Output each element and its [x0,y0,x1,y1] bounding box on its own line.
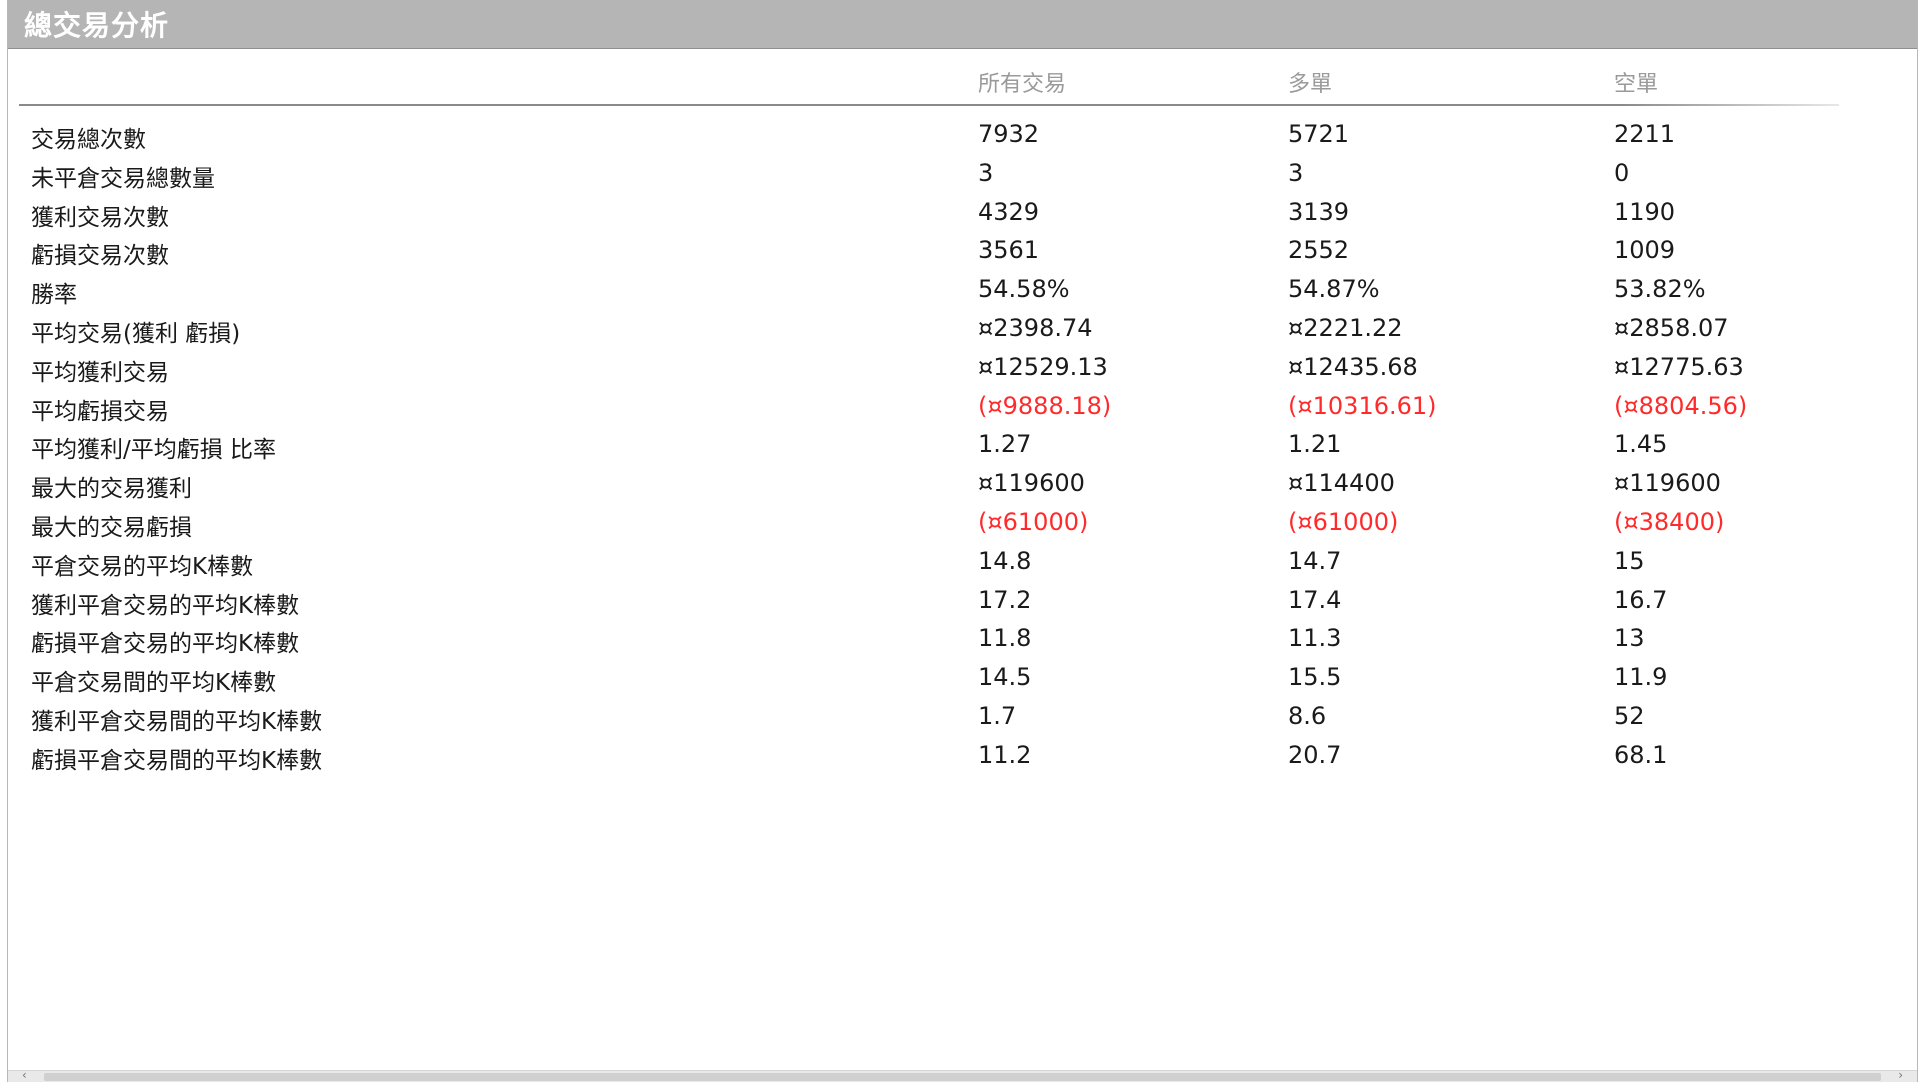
value-all-trades: 11.8 [978,624,1032,653]
value-long-trades: (¤10316.61) [1288,391,1437,420]
table-row: 獲利交易次數 4329 3139 1190 [19,195,1839,234]
value-all-trades: 3561 [978,236,1040,265]
table-row: 虧損平倉交易的平均K棒數 11.8 11.3 13 [19,621,1839,660]
table-row: 平倉交易的平均K棒數 14.8 14.7 15 [19,544,1839,583]
value-short-trades: 1009 [1614,236,1676,265]
value-long-trades: 20.7 [1288,740,1342,769]
row-label: 獲利交易次數 [31,204,169,231]
table-header: 所有交易 多單 空單 [19,60,1839,104]
value-long-trades: 3 [1288,158,1304,187]
value-short-trades: ¤2858.07 [1614,313,1729,342]
row-label: 最大的交易獲利 [31,476,192,503]
value-short-trades: (¤38400) [1614,507,1725,536]
value-short-trades: 68.1 [1614,740,1668,769]
value-long-trades: 3139 [1288,197,1350,226]
header-short-trades[interactable]: 空單 [1614,66,1658,98]
value-long-trades: 2552 [1288,236,1350,265]
row-label: 虧損交易次數 [31,243,169,270]
row-label: 平均獲利交易 [31,359,169,386]
table-body: 交易總次數 7932 5721 2211 未平倉交易總數量 3 3 0 獲利交易次數 4329 31… [19,117,1839,777]
row-label: 最大的交易虧損 [31,514,192,541]
value-short-trades: (¤8804.56) [1614,391,1748,420]
value-all-trades: ¤119600 [978,469,1085,498]
row-label: 虧損平倉交易間的平均K棒數 [31,747,323,774]
value-long-trades: ¤12435.68 [1288,352,1418,381]
value-all-trades: 17.2 [978,585,1032,614]
value-long-trades: ¤2221.22 [1288,313,1403,342]
value-long-trades: 14.7 [1288,546,1342,575]
value-all-trades: 14.8 [978,546,1032,575]
row-label: 平倉交易間的平均K棒數 [31,670,277,697]
value-short-trades: 1.45 [1614,430,1668,459]
value-all-trades: 7932 [978,120,1040,148]
value-all-trades: (¤61000) [978,507,1089,536]
table-row: 勝率 54.58% 54.87% 53.82% [19,272,1839,311]
table-row: 平均獲利交易 ¤12529.13 ¤12435.68 ¤12775.63 [19,350,1839,389]
value-all-trades: 1.7 [978,701,1017,730]
value-short-trades: 16.7 [1614,585,1668,614]
header-all-trades[interactable]: 所有交易 [978,66,1066,98]
value-all-trades: 4329 [978,197,1040,226]
table-row: 獲利平倉交易的平均K棒數 17.2 17.4 16.7 [19,583,1839,622]
horizontal-scrollbar[interactable]: ‹ › [8,1069,1917,1082]
table-row: 交易總次數 7932 5721 2211 [19,117,1839,156]
row-label: 獲利平倉交易間的平均K棒數 [31,708,323,735]
value-all-trades: 1.27 [978,430,1032,459]
value-short-trades: 52 [1614,701,1645,730]
value-long-trades: 17.4 [1288,585,1342,614]
value-short-trades: 11.9 [1614,663,1668,692]
header-long-trades[interactable]: 多單 [1288,66,1332,98]
value-all-trades: 3 [978,158,994,187]
value-short-trades: 13 [1614,624,1645,653]
value-long-trades: ¤114400 [1288,469,1395,498]
row-label: 虧損平倉交易的平均K棒數 [31,631,300,658]
value-long-trades: 11.3 [1288,624,1342,653]
value-all-trades: ¤2398.74 [978,313,1093,342]
value-long-trades: 8.6 [1288,701,1327,730]
header-divider [19,104,1839,106]
table-row: 平均虧損交易 (¤9888.18) (¤10316.61) (¤8804.56) [19,389,1839,428]
table-row: 最大的交易虧損 (¤61000) (¤61000) (¤38400) [19,505,1839,544]
table-row: 平均獲利/平均虧損 比率 1.27 1.21 1.45 [19,427,1839,466]
value-long-trades: 54.87% [1288,275,1380,304]
value-short-trades: 0 [1614,158,1630,187]
value-all-trades: (¤9888.18) [978,391,1112,420]
analysis-window: 總交易分析 所有交易 多單 空單 交易總次數 7932 5721 2211 未平倉交易總… [7,0,1918,1082]
value-long-trades: 5721 [1288,120,1350,148]
chevron-right-icon[interactable]: › [1898,1069,1903,1081]
row-label: 平均虧損交易 [31,398,169,425]
row-label: 平倉交易的平均K棒數 [31,553,254,580]
table-row: 平倉交易間的平均K棒數 14.5 15.5 11.9 [19,660,1839,699]
value-all-trades: ¤12529.13 [978,352,1108,381]
row-label: 平均交易(獲利 虧損) [31,320,241,347]
value-short-trades: 53.82% [1614,275,1706,304]
value-short-trades: 1190 [1614,197,1676,226]
row-label: 勝率 [31,282,77,309]
row-label: 平均獲利/平均虧損 比率 [31,437,277,464]
table-row: 平均交易(獲利 虧損) ¤2398.74 ¤2221.22 ¤2858.07 [19,311,1839,350]
value-all-trades: 14.5 [978,663,1032,692]
table-row: 最大的交易獲利 ¤119600 ¤114400 ¤119600 [19,466,1839,505]
value-all-trades: 11.2 [978,740,1032,769]
value-long-trades: 1.21 [1288,430,1342,459]
table-row: 虧損交易次數 3561 2552 1009 [19,233,1839,272]
chevron-left-icon[interactable]: ‹ [22,1069,27,1081]
value-short-trades: 2211 [1614,120,1676,148]
value-short-trades: ¤12775.63 [1614,352,1744,381]
value-short-trades: 15 [1614,546,1645,575]
table-row: 獲利平倉交易間的平均K棒數 1.7 8.6 52 [19,699,1839,738]
title-bar: 總交易分析 [8,0,1917,49]
table-row: 未平倉交易總數量 3 3 0 [19,156,1839,195]
value-short-trades: ¤119600 [1614,469,1721,498]
window-title: 總交易分析 [24,9,170,42]
row-label: 交易總次數 [31,127,146,153]
table-row: 虧損平倉交易間的平均K棒數 11.2 20.7 68.1 [19,738,1839,777]
row-label: 獲利平倉交易的平均K棒數 [31,592,300,619]
row-label: 未平倉交易總數量 [31,165,215,192]
value-long-trades: (¤61000) [1288,507,1399,536]
value-all-trades: 54.58% [978,275,1070,304]
value-long-trades: 15.5 [1288,663,1342,692]
scrollbar-thumb[interactable] [44,1073,1881,1081]
